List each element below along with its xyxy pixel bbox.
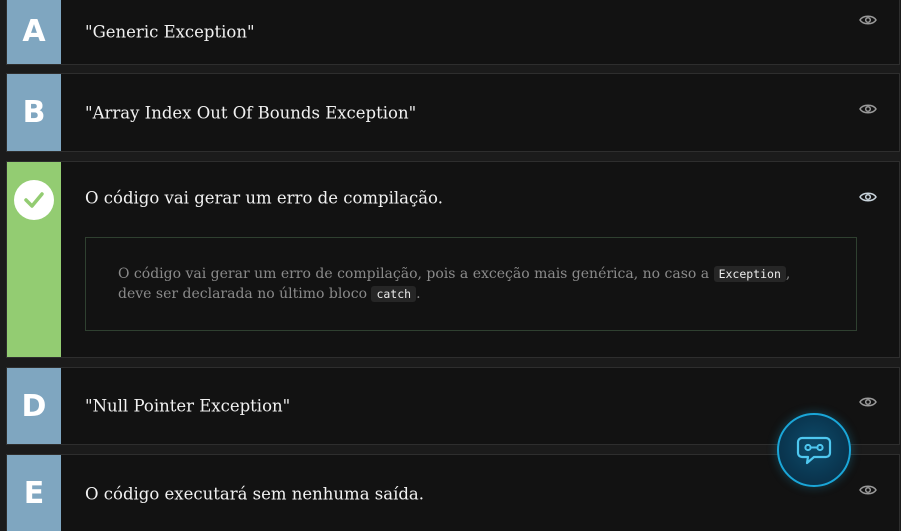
assistant-button[interactable]: [777, 413, 851, 487]
option-e-letter: E: [7, 455, 61, 531]
option-c-marker: [7, 162, 61, 357]
option-b-letter: B: [7, 74, 61, 151]
option-d[interactable]: D "Null Pointer Exception": [6, 367, 900, 445]
eye-icon[interactable]: [859, 483, 877, 497]
eye-icon[interactable]: [859, 395, 877, 409]
option-a[interactable]: A "Generic Exception": [6, 0, 900, 65]
eye-icon[interactable]: [859, 13, 877, 27]
option-a-letter: A: [7, 0, 61, 64]
option-c-text: O código vai gerar um erro de compilação…: [85, 188, 443, 208]
code-catch: catch: [371, 286, 417, 302]
option-a-content: "Generic Exception": [61, 0, 899, 64]
check-icon: [14, 180, 54, 220]
chat-assistant-icon: [796, 436, 832, 465]
option-b[interactable]: B "Array Index Out Of Bounds Exception": [6, 73, 900, 152]
option-d-content: "Null Pointer Exception": [61, 368, 899, 444]
option-e-text: O código executará sem nenhuma saída.: [85, 484, 425, 503]
option-b-text: "Array Index Out Of Bounds Exception": [85, 103, 417, 122]
option-a-text: "Generic Exception": [85, 22, 255, 41]
explanation-box: O código vai gerar um erro de compilação…: [85, 237, 857, 331]
option-b-content: "Array Index Out Of Bounds Exception": [61, 74, 899, 151]
explanation-text-3: .: [416, 286, 421, 302]
option-d-letter: D: [7, 368, 61, 444]
eye-icon[interactable]: [859, 102, 877, 116]
option-d-text: "Null Pointer Exception": [85, 396, 291, 416]
option-c-content: O código vai gerar um erro de compilação…: [61, 162, 899, 357]
eye-icon[interactable]: [859, 190, 877, 204]
code-exception: Exception: [713, 266, 786, 282]
option-e-content: O código executará sem nenhuma saída.: [61, 455, 899, 531]
option-c[interactable]: O código vai gerar um erro de compilação…: [6, 161, 900, 358]
option-e[interactable]: E O código executará sem nenhuma saída.: [6, 454, 900, 531]
quiz-page: A "Generic Exception" B "Array Index Out…: [0, 0, 901, 531]
explanation-text-1: O código vai gerar um erro de compilação…: [118, 266, 714, 282]
